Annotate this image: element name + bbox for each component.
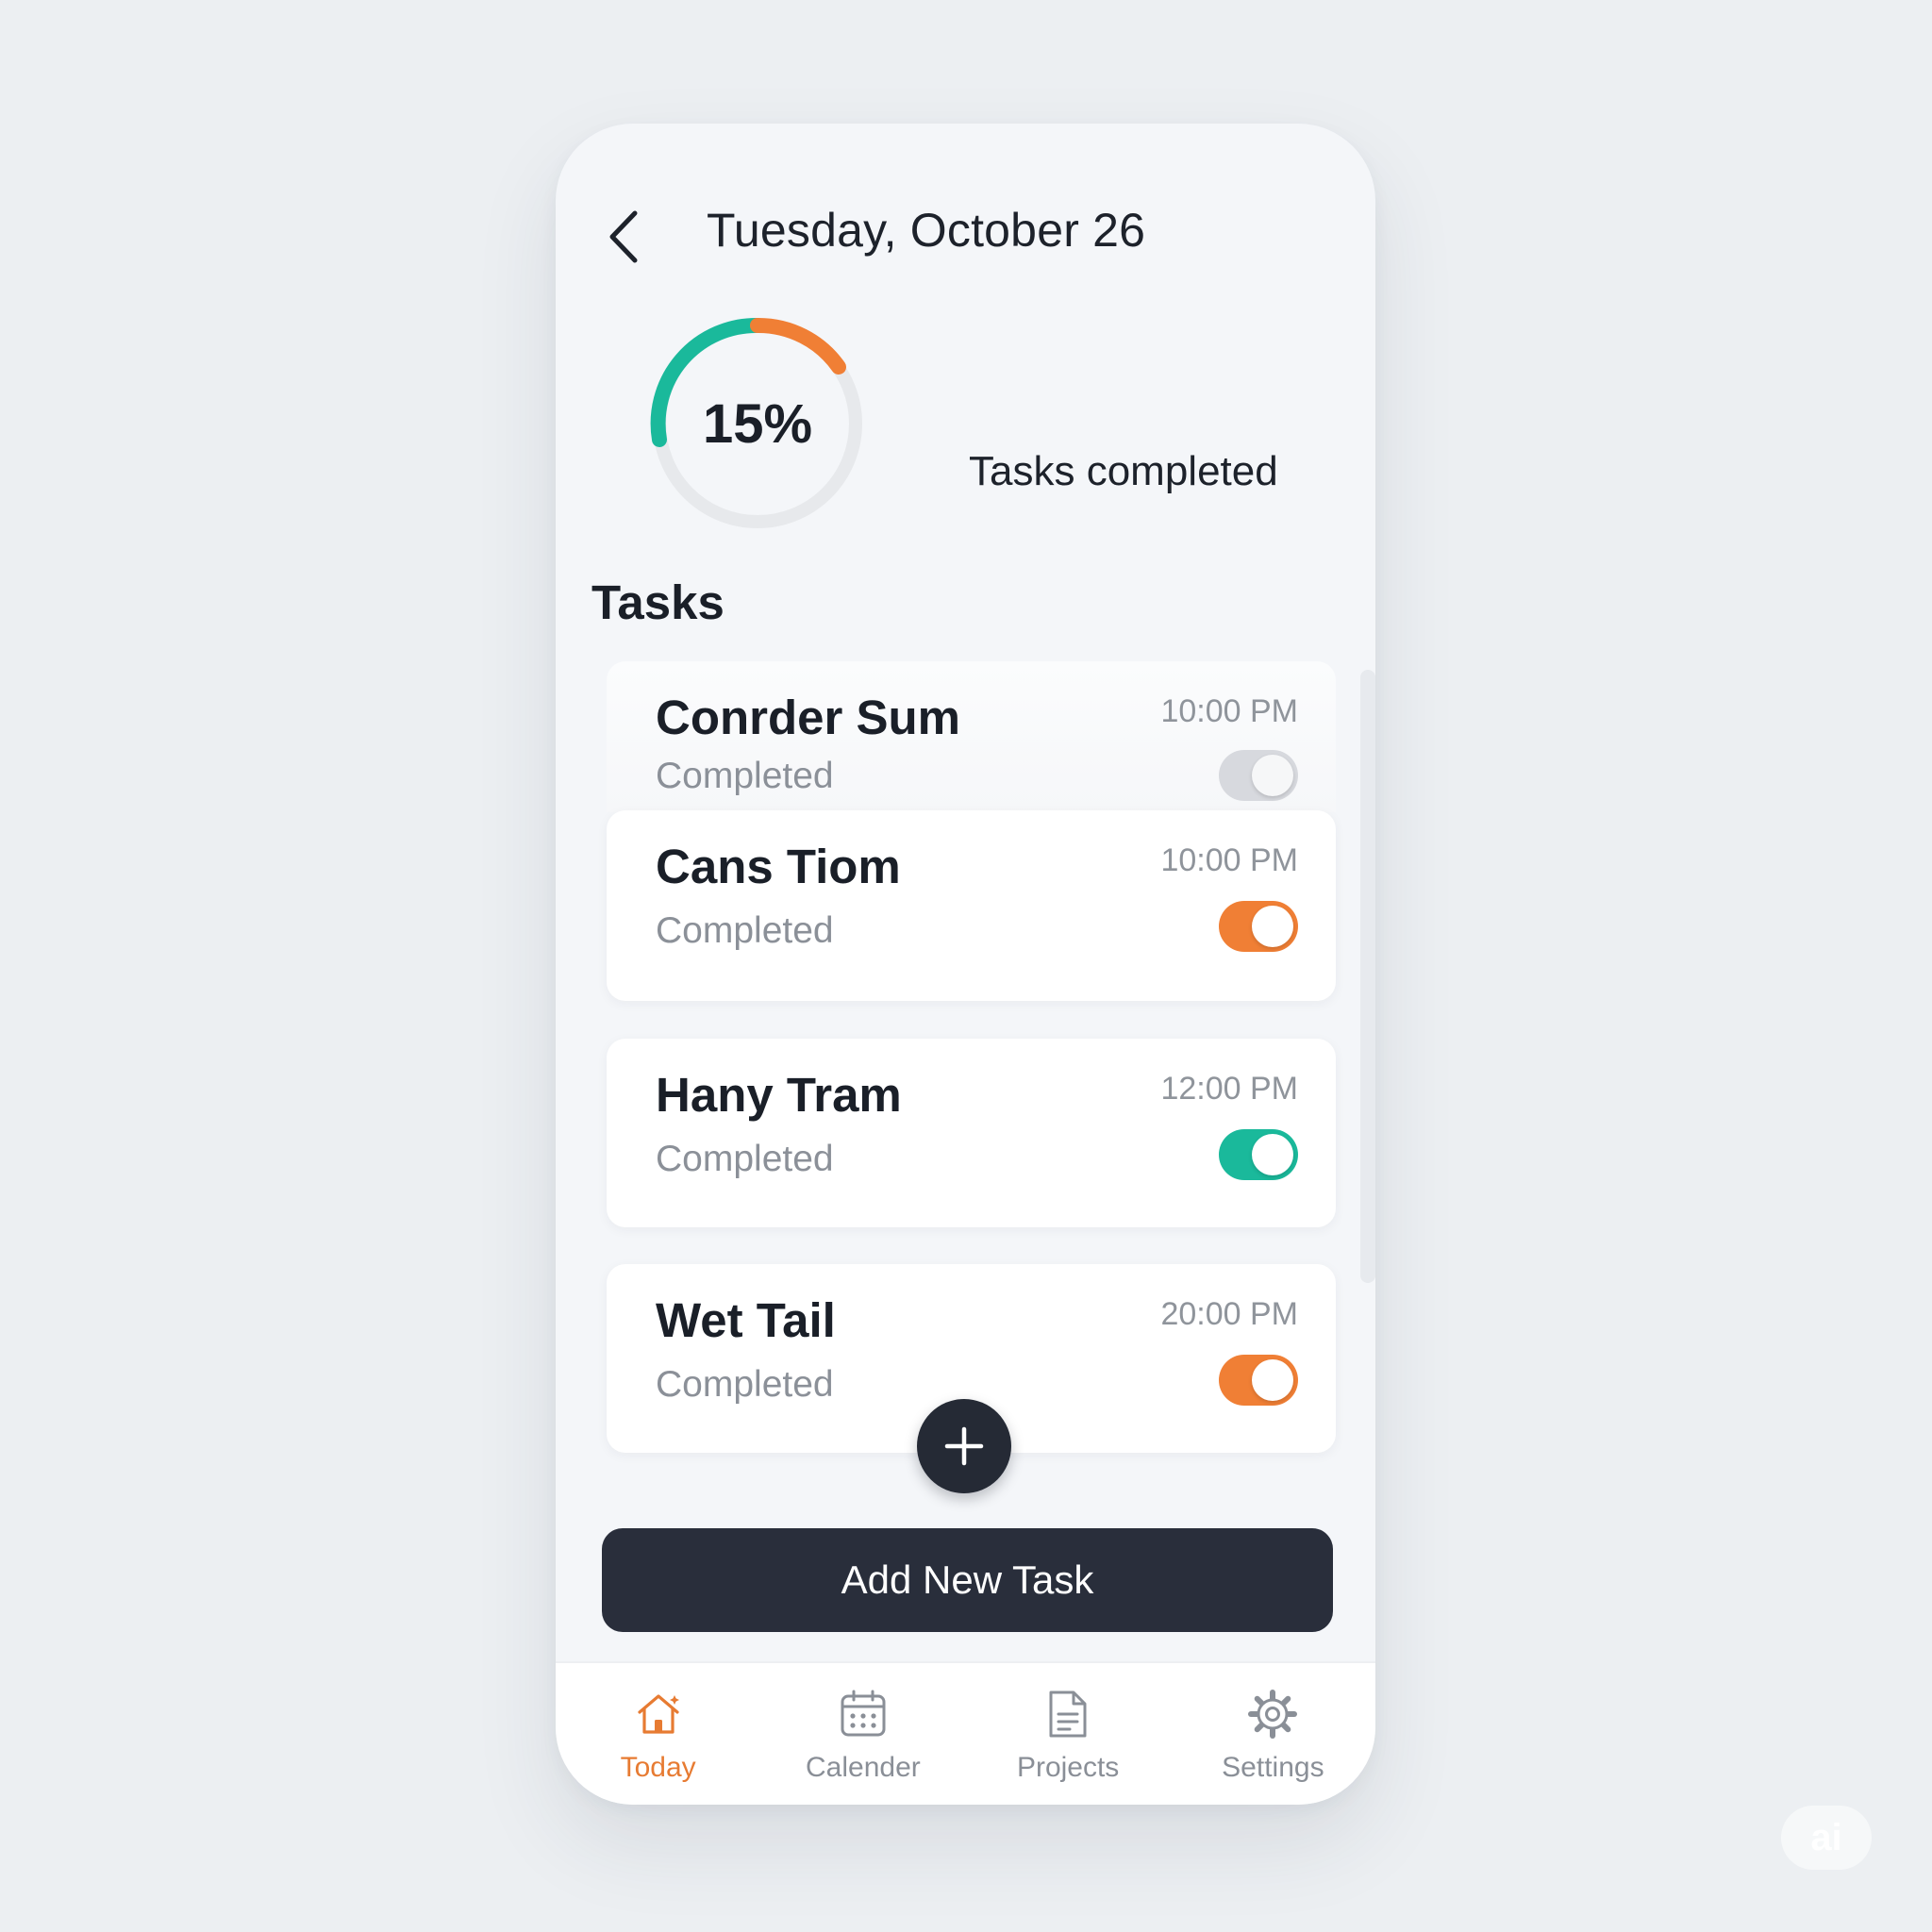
plus-icon [944,1426,984,1466]
add-fab-button[interactable] [917,1399,1011,1493]
toggle-knob [1252,906,1293,947]
task-status: Completed [656,910,834,951]
task-status: Completed [656,1364,834,1405]
task-name: Cans Tiom [656,840,901,893]
progress-label: Tasks completed [969,448,1278,494]
task-status: Completed [656,1139,834,1179]
task-card[interactable]: Cans Tiom Completed 10:00 PM [607,810,1336,1001]
task-name: Wet Tail [656,1293,836,1347]
task-time: 10:00 PM [1160,842,1298,878]
nav-label: Settings [1222,1752,1324,1783]
task-name: Hany Tram [656,1068,902,1122]
toggle-knob [1252,755,1293,796]
scrollbar[interactable] [1360,670,1375,1283]
task-toggle[interactable] [1219,1355,1298,1406]
calendar-icon [841,1690,886,1737]
task-card[interactable]: Hany Tram Completed 12:00 PM [607,1039,1336,1227]
nav-label: Projects [1016,1752,1120,1783]
task-status: Completed [656,756,834,796]
nav-item-today[interactable]: Today [556,1663,760,1805]
page-title: Tuesday, October 26 [707,204,1146,257]
gear-icon [1248,1690,1298,1739]
task-toggle[interactable] [1219,750,1298,801]
back-button[interactable] [595,199,652,275]
task-card[interactable]: Conrder Sum Completed 10:00 PM [607,661,1336,812]
chevron-left-icon [609,210,638,263]
document-icon [1049,1690,1087,1738]
task-time: 10:00 PM [1160,693,1298,729]
add-new-task-button[interactable]: Add New Task [602,1528,1333,1632]
nav-item-calendar[interactable]: Calender [760,1663,965,1805]
nav-label: Calender [806,1752,921,1783]
nav-item-projects[interactable]: Projects [966,1663,1171,1805]
bottom-nav: Today Calender Projects Settings [556,1661,1375,1805]
task-name: Conrder Sum [656,691,961,744]
task-toggle[interactable] [1219,901,1298,952]
nav-label: Today [620,1752,696,1783]
watermark-badge: ai [1781,1806,1872,1870]
nav-item-settings[interactable]: Settings [1171,1663,1375,1805]
toggle-knob [1252,1134,1293,1175]
home-icon [638,1694,679,1734]
task-time: 20:00 PM [1160,1296,1298,1332]
toggle-knob [1252,1359,1293,1401]
task-toggle[interactable] [1219,1129,1298,1180]
progress-percent: 15% [702,392,813,455]
tasks-heading: Tasks [591,575,724,629]
task-time: 12:00 PM [1160,1071,1298,1107]
phone-screen: Tuesday, October 26 15% Tasks completed … [556,124,1375,1805]
